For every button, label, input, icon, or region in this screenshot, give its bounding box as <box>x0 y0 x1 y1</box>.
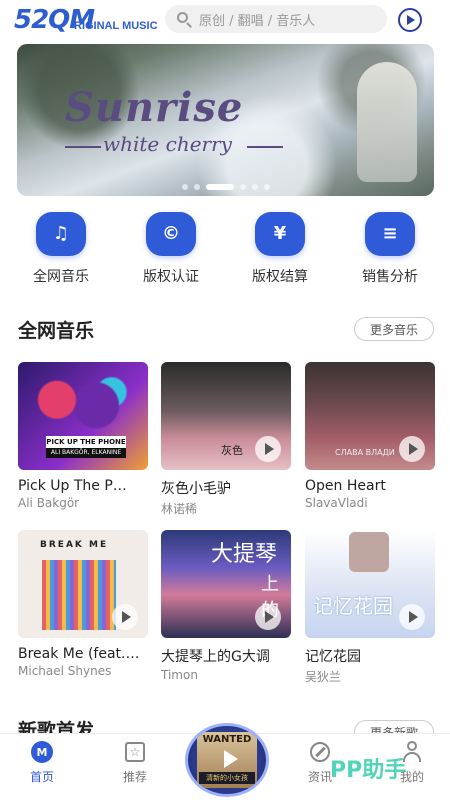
song-title: 记忆花园 <box>305 649 361 665</box>
quick-nav-copyright[interactable]: © 版权认证 <box>121 212 221 286</box>
quick-nav-label: 版权结算 <box>252 269 308 285</box>
home-icon: M <box>30 740 54 764</box>
pagination-dot[interactable] <box>181 184 188 190</box>
app-logo[interactable]: 52QM RIGINAL MUSIC <box>14 6 158 34</box>
pagination-dot[interactable] <box>263 184 270 190</box>
quick-nav-label: 全网音乐 <box>33 269 89 285</box>
more-music-button[interactable]: 更多音乐 <box>354 317 434 341</box>
nav-home[interactable]: M 首页 <box>12 740 72 785</box>
search-placeholder: 原创 / 翻唱 / 音乐人 <box>199 13 316 29</box>
quick-nav-sales[interactable]: ≡ 销售分析 <box>340 212 440 286</box>
song-artist: Michael Shynes <box>18 664 112 678</box>
song-artist: SlavaVladi <box>305 496 368 510</box>
cover-text: СЛАВА ВЛАДИ <box>335 448 395 457</box>
cover-text: 大提琴 <box>211 542 278 567</box>
play-icon[interactable] <box>399 436 425 462</box>
music-note-icon: ♫ <box>36 212 86 256</box>
song-artist: 林诺稀 <box>161 502 198 516</box>
compass-icon <box>308 740 332 764</box>
banner-figure <box>357 62 417 182</box>
song-cover[interactable]: 大提琴 上的 <box>161 530 291 638</box>
pagination-dot[interactable] <box>239 184 246 190</box>
header: 52QM RIGINAL MUSIC 原创 / 翻唱 / 音乐人 <box>0 0 450 40</box>
cover-text: 灰色 <box>221 444 243 457</box>
now-playing-disc[interactable]: WANTED 清新的小女孩 <box>185 723 269 797</box>
play-icon[interactable] <box>224 750 238 768</box>
song-card[interactable]: PICK UP THE PHONE ALI BAKGÖR, ELKANINE P… <box>18 362 148 510</box>
play-icon[interactable] <box>399 604 425 630</box>
song-title: 大提琴上的G大调 <box>161 649 270 665</box>
cover-pattern <box>42 560 116 630</box>
nav-label: 推荐 <box>122 770 147 784</box>
copyright-shield-icon: © <box>146 212 196 256</box>
song-title: Break Me (feat.… <box>18 646 140 662</box>
cover-avatar <box>349 532 389 572</box>
quick-nav-label: 版权认证 <box>143 269 199 285</box>
song-card[interactable]: BREAK ME Break Me (feat.… Michael Shynes <box>18 530 148 678</box>
play-circle-icon[interactable] <box>398 8 422 32</box>
song-card[interactable]: СЛАВА ВЛАДИ Open Heart SlavaVladi <box>305 362 435 510</box>
quick-nav: ♫ 全网音乐 © 版权认证 ¥ 版权结算 ≡ 销售分析 <box>0 212 450 292</box>
section-title: 全网音乐 <box>18 320 95 342</box>
play-icon[interactable] <box>255 436 281 462</box>
song-card[interactable]: 记忆花园 记忆花园 吴狄兰 <box>305 530 435 685</box>
quick-glyph: © <box>162 223 180 244</box>
yen-card-icon: ¥ <box>255 212 305 256</box>
search-icon <box>175 10 193 28</box>
nav-label: 首页 <box>29 770 54 784</box>
report-icon: ≡ <box>365 212 415 256</box>
nav-recommend[interactable]: ☆ 推荐 <box>105 740 165 785</box>
search-bar[interactable]: 原创 / 翻唱 / 音乐人 <box>165 5 387 33</box>
section-header: 全网音乐 更多音乐 <box>18 312 434 346</box>
banner-pagination <box>17 184 434 190</box>
poster-bottom-text: 清新的小女孩 <box>199 772 255 784</box>
song-cover[interactable]: СЛАВА ВЛАДИ <box>305 362 435 470</box>
song-cover[interactable]: PICK UP THE PHONE ALI BAKGÖR, ELKANINE <box>18 362 148 470</box>
pagination-dot[interactable] <box>251 184 258 190</box>
pagination-dot-active[interactable] <box>205 184 234 190</box>
cover-text: PICK UP THE PHONE <box>46 436 126 448</box>
play-icon[interactable] <box>112 604 138 630</box>
song-title: Open Heart <box>305 478 386 494</box>
song-card[interactable]: 灰色 灰色小毛驴 林诺稀 <box>161 362 291 517</box>
watermark: PP助手 <box>330 758 407 783</box>
banner-rule-left <box>65 146 101 148</box>
song-artist: Ali Bakgör <box>18 496 80 510</box>
song-cover[interactable]: 记忆花园 <box>305 530 435 638</box>
song-card[interactable]: 大提琴 上的 大提琴上的G大调 Timon <box>161 530 291 682</box>
quick-nav-label: 销售分析 <box>362 269 418 285</box>
star-icon: ☆ <box>123 740 147 764</box>
song-title: Pick Up The P… <box>18 478 127 494</box>
play-icon[interactable] <box>255 604 281 630</box>
logo-sub-text: RIGINAL MUSIC <box>74 20 158 32</box>
song-artist: 吴狄兰 <box>305 670 342 684</box>
song-cover[interactable]: BREAK ME <box>18 530 148 638</box>
banner-rule-right <box>247 146 283 148</box>
quick-glyph: ♫ <box>52 223 70 244</box>
quick-nav-music[interactable]: ♫ 全网音乐 <box>11 212 111 286</box>
pagination-dot[interactable] <box>193 184 200 190</box>
cover-text: BREAK ME <box>40 540 109 550</box>
poster-top-text: WANTED <box>202 734 252 745</box>
quick-glyph: ≡ <box>382 223 398 244</box>
banner-title: Sunrise <box>65 84 244 131</box>
cover-text: 记忆花园 <box>313 594 393 618</box>
song-cover[interactable]: 灰色 <box>161 362 291 470</box>
quick-glyph: ¥ <box>273 223 287 244</box>
song-title: 灰色小毛驴 <box>161 481 231 497</box>
hero-banner[interactable]: Sunrise white cherry <box>17 44 434 196</box>
song-artist: Timon <box>161 668 198 682</box>
cover-subtext: ALI BAKGÖR, ELKANINE <box>46 448 126 458</box>
quick-nav-settlement[interactable]: ¥ 版权结算 <box>230 212 330 286</box>
banner-subtitle: white cherry <box>103 132 232 156</box>
